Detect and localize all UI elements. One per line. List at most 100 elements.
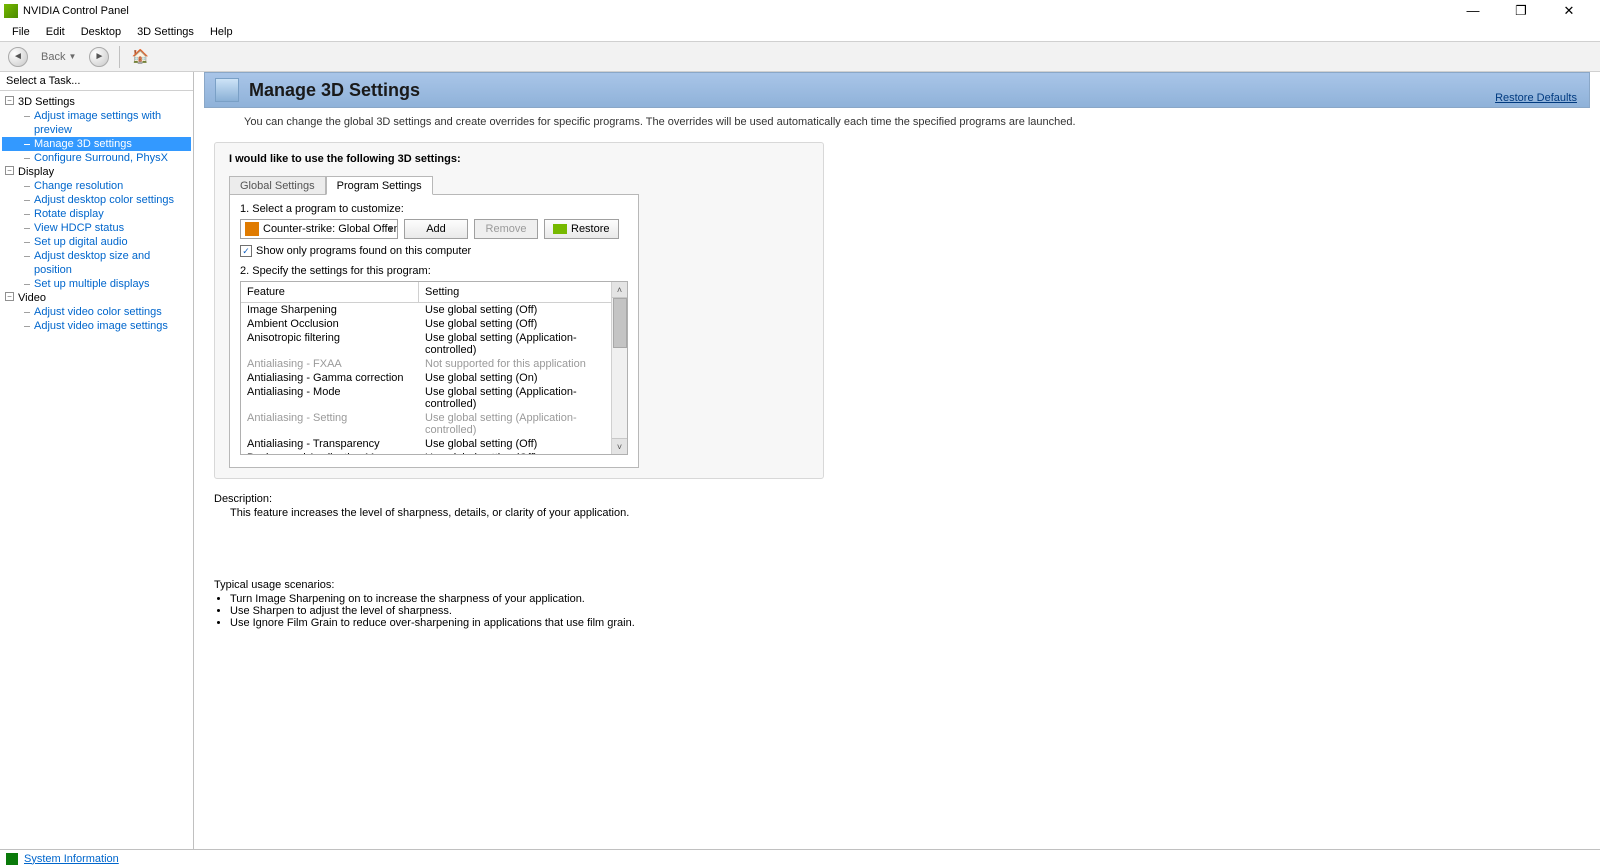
description-text: This feature increases the level of shar… xyxy=(214,507,1580,519)
usage-bullets: Turn Image Sharpening on to increase the… xyxy=(230,593,1580,629)
grid-row[interactable]: Antialiasing - SettingUse global setting… xyxy=(241,411,627,437)
tree-item[interactable]: Set up multiple displays xyxy=(2,277,191,291)
tree-group[interactable]: −Display xyxy=(2,165,191,179)
menubar: File Edit Desktop 3D Settings Help xyxy=(0,22,1600,42)
grid-row[interactable]: Anisotropic filteringUse global setting … xyxy=(241,331,627,357)
grid-cell-setting: Use global setting (Off) xyxy=(419,317,627,331)
settings-grid: Feature Setting Image SharpeningUse glob… xyxy=(240,281,628,455)
grid-row[interactable]: Antialiasing - ModeUse global setting (A… xyxy=(241,385,627,411)
tree-group-label: Display xyxy=(18,166,54,178)
grid-cell-feature: Background Application Max Frame Rate xyxy=(241,451,419,454)
program-icon xyxy=(245,222,259,236)
program-select[interactable]: Counter-strike: Global Offensiv... xyxy=(240,219,398,239)
usage-bullet: Use Ignore Film Grain to reduce over-sha… xyxy=(230,617,1580,629)
show-only-found-checkbox[interactable]: ✓ xyxy=(240,245,252,257)
tree-item[interactable]: Configure Surround, PhysX xyxy=(2,151,191,165)
menu-3d-settings[interactable]: 3D Settings xyxy=(129,24,202,40)
grid-cell-feature: Anisotropic filtering xyxy=(241,331,419,357)
statusbar: System Information xyxy=(0,849,1600,867)
grid-cell-feature: Ambient Occlusion xyxy=(241,317,419,331)
tree-item[interactable]: Change resolution xyxy=(2,179,191,193)
restore-button[interactable]: Restore xyxy=(544,219,619,239)
system-info-icon xyxy=(6,853,18,865)
nvidia-logo-icon xyxy=(4,4,18,18)
tree-item[interactable]: View HDCP status xyxy=(2,221,191,235)
grid-cell-feature: Image Sharpening xyxy=(241,303,419,317)
tree-toggle-icon[interactable]: − xyxy=(5,96,14,105)
close-button[interactable]: ✕ xyxy=(1554,3,1584,19)
restore-button-label: Restore xyxy=(571,220,610,238)
step1-label: 1. Select a program to customize: xyxy=(240,203,628,215)
grid-row[interactable]: Antialiasing - Gamma correctionUse globa… xyxy=(241,371,627,385)
task-tree: −3D SettingsAdjust image settings with p… xyxy=(0,91,193,849)
titlebar: NVIDIA Control Panel — ❐ ✕ xyxy=(0,0,1600,22)
usage-bullet: Turn Image Sharpening on to increase the… xyxy=(230,593,1580,605)
toolbar-separator xyxy=(119,46,120,68)
content-area: Manage 3D Settings Restore Defaults You … xyxy=(194,72,1600,849)
tree-group[interactable]: −Video xyxy=(2,291,191,305)
restore-defaults-link[interactable]: Restore Defaults xyxy=(1495,92,1577,104)
page-header: Manage 3D Settings Restore Defaults xyxy=(204,72,1590,108)
grid-cell-setting: Use global setting (Off) xyxy=(419,437,627,451)
grid-cell-setting: Use global setting (Application-controll… xyxy=(419,385,627,411)
grid-header: Feature Setting xyxy=(241,282,627,303)
tab-program-settings[interactable]: Program Settings xyxy=(326,176,433,195)
menu-edit[interactable]: Edit xyxy=(38,24,73,40)
tree-item[interactable]: Adjust image settings with preview xyxy=(2,109,191,137)
page-title: Manage 3D Settings xyxy=(249,80,420,101)
menu-file[interactable]: File xyxy=(4,24,38,40)
minimize-button[interactable]: — xyxy=(1458,3,1488,19)
back-button-icon[interactable]: ◄ xyxy=(8,47,28,67)
settings-panel: I would like to use the following 3D set… xyxy=(214,142,824,479)
grid-header-setting[interactable]: Setting xyxy=(419,282,627,302)
grid-cell-setting: Use global setting (Application-controll… xyxy=(419,411,627,437)
scroll-up-button[interactable]: ˄ xyxy=(612,282,627,298)
grid-header-feature[interactable]: Feature xyxy=(241,282,419,302)
grid-cell-feature: Antialiasing - Setting xyxy=(241,411,419,437)
grid-row[interactable]: Antialiasing - FXAANot supported for thi… xyxy=(241,357,627,371)
tabs: Global Settings Program Settings xyxy=(229,176,809,195)
grid-row[interactable]: Image SharpeningUse global setting (Off) xyxy=(241,303,627,317)
tree-item[interactable]: Adjust video image settings xyxy=(2,319,191,333)
tree-toggle-icon[interactable]: − xyxy=(5,166,14,175)
forward-button[interactable]: ► xyxy=(89,47,109,67)
grid-cell-feature: Antialiasing - Gamma correction xyxy=(241,371,419,385)
tree-item[interactable]: Rotate display xyxy=(2,207,191,221)
grid-cell-feature: Antialiasing - Transparency xyxy=(241,437,419,451)
tree-toggle-icon[interactable]: − xyxy=(5,292,14,301)
grid-row[interactable]: Background Application Max Frame RateUse… xyxy=(241,451,627,454)
back-button[interactable]: Back ▼ xyxy=(34,48,83,66)
show-only-found-label: Show only programs found on this compute… xyxy=(256,245,471,257)
tree-item[interactable]: Adjust video color settings xyxy=(2,305,191,319)
grid-row[interactable]: Antialiasing - TransparencyUse global se… xyxy=(241,437,627,451)
tab-global-settings[interactable]: Global Settings xyxy=(229,176,326,195)
add-button[interactable]: Add xyxy=(404,219,468,239)
home-button[interactable]: 🏠 xyxy=(130,47,150,67)
tree-item[interactable]: Adjust desktop size and position xyxy=(2,249,191,277)
menu-desktop[interactable]: Desktop xyxy=(73,24,129,40)
toolbar: ◄ Back ▼ ► 🏠 xyxy=(0,42,1600,72)
remove-button[interactable]: Remove xyxy=(474,219,538,239)
grid-cell-setting: Use global setting (Off) xyxy=(419,303,627,317)
grid-cell-setting: Use global setting (On) xyxy=(419,371,627,385)
usage-bullet: Use Sharpen to adjust the level of sharp… xyxy=(230,605,1580,617)
grid-scrollbar[interactable]: ˄ ˅ xyxy=(611,282,627,454)
back-dropdown-icon[interactable]: ▼ xyxy=(68,52,76,61)
scroll-down-button[interactable]: ˅ xyxy=(612,438,627,454)
program-select-value: Counter-strike: Global Offensiv... xyxy=(263,223,398,235)
system-information-link[interactable]: System Information xyxy=(24,853,119,865)
tree-group[interactable]: −3D Settings xyxy=(2,95,191,109)
grid-cell-feature: Antialiasing - Mode xyxy=(241,385,419,411)
maximize-button[interactable]: ❐ xyxy=(1506,3,1536,19)
grid-cell-feature: Antialiasing - FXAA xyxy=(241,357,419,371)
usage-label: Typical usage scenarios: xyxy=(214,579,1580,591)
grid-row[interactable]: Ambient OcclusionUse global setting (Off… xyxy=(241,317,627,331)
menu-help[interactable]: Help xyxy=(202,24,241,40)
tree-item[interactable]: Set up digital audio xyxy=(2,235,191,249)
tree-item[interactable]: Adjust desktop color settings xyxy=(2,193,191,207)
task-sidebar: Select a Task... −3D SettingsAdjust imag… xyxy=(0,72,194,849)
scroll-thumb[interactable] xyxy=(613,298,627,348)
task-header: Select a Task... xyxy=(0,72,193,91)
tree-item[interactable]: Manage 3D settings xyxy=(2,137,191,151)
tree-group-label: Video xyxy=(18,292,46,304)
